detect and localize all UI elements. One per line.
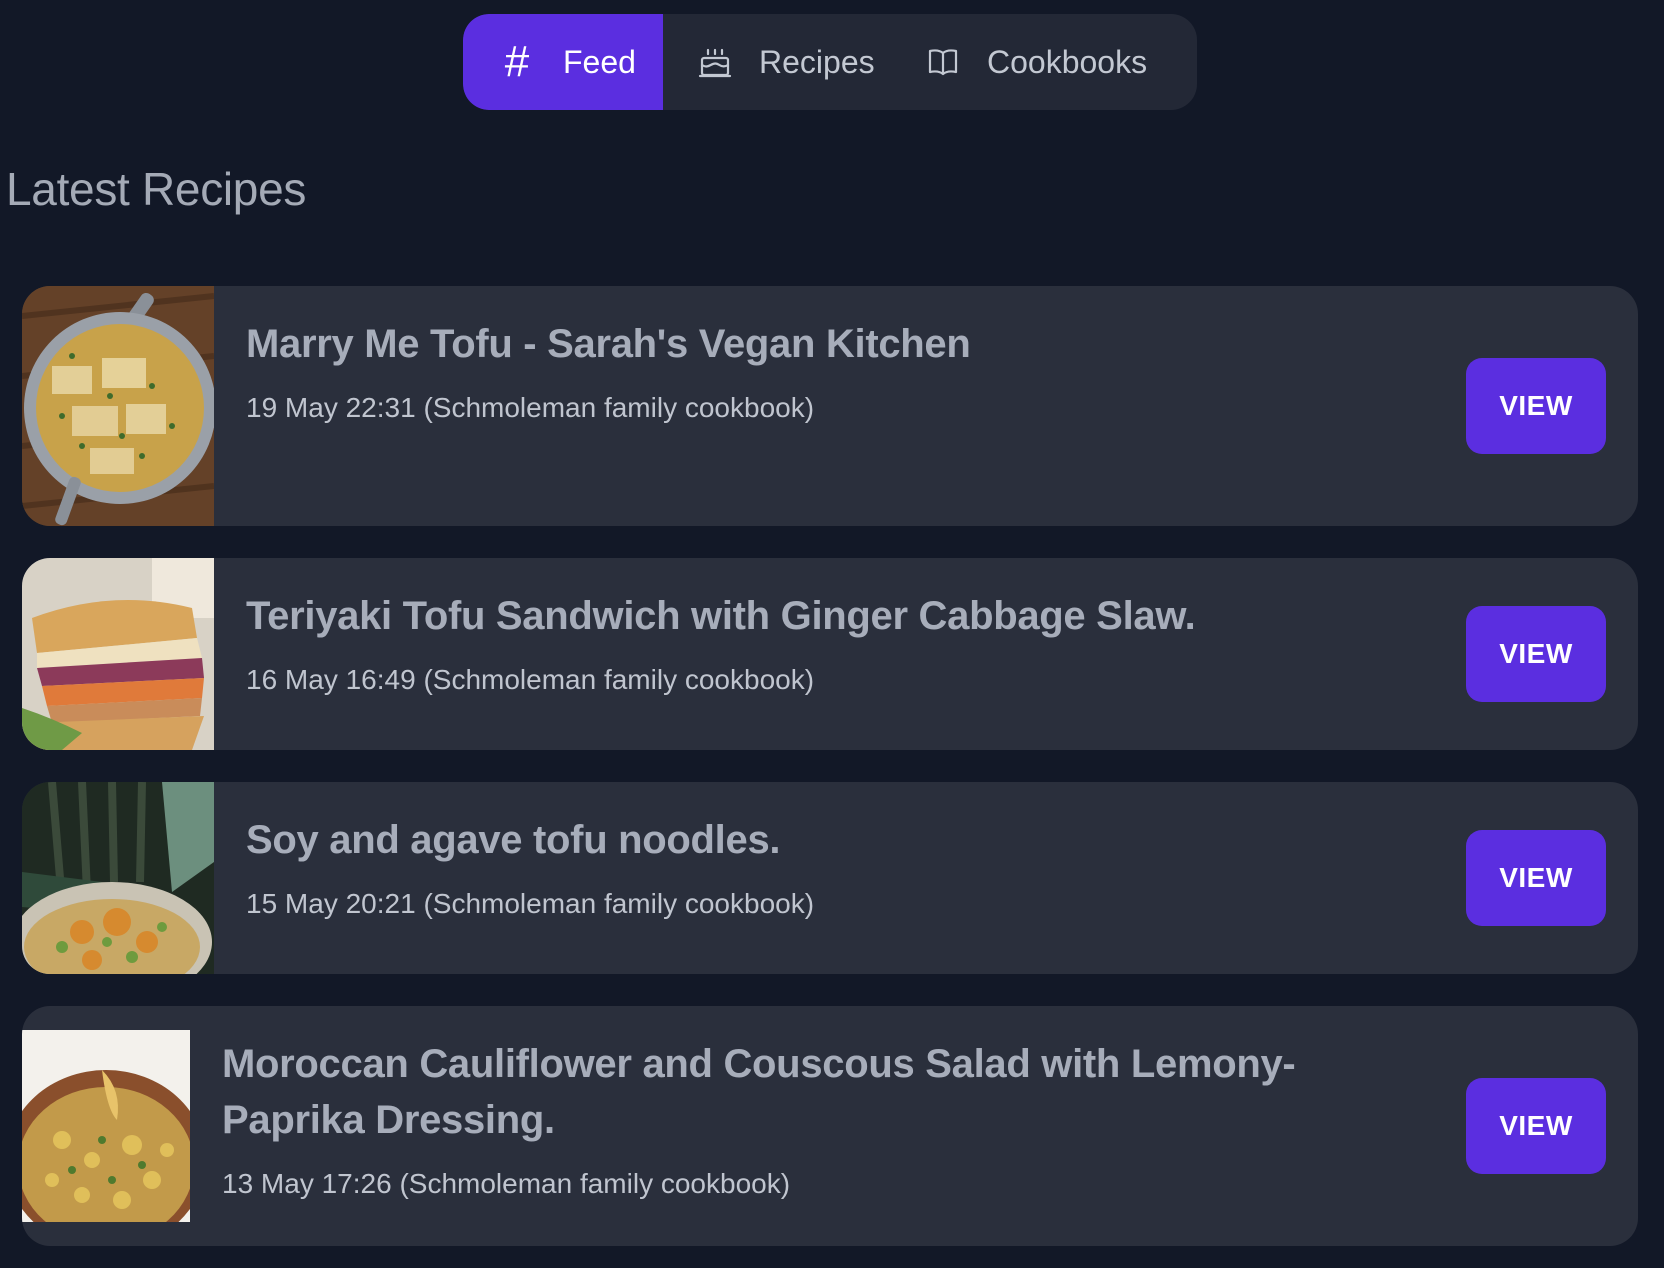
- recipe-card: Moroccan Cauliflower and Couscous Salad …: [22, 1006, 1638, 1246]
- book-open-icon: [925, 44, 961, 80]
- cake-icon: [697, 44, 733, 80]
- hash-icon: #: [504, 37, 530, 86]
- main-tabs: # Feed Recipes Cookbooks: [463, 14, 1197, 110]
- recipe-card-body: Teriyaki Tofu Sandwich with Ginger Cabba…: [246, 588, 1418, 696]
- tab-feed-label: Feed: [563, 43, 636, 80]
- view-button[interactable]: VIEW: [1466, 606, 1606, 702]
- recipe-thumbnail[interactable]: [22, 1030, 190, 1222]
- recipe-card-body: Moroccan Cauliflower and Couscous Salad …: [222, 1036, 1418, 1200]
- tab-cookbooks-label: Cookbooks: [987, 43, 1148, 80]
- recipe-meta: 16 May 16:49 (Schmoleman family cookbook…: [246, 664, 815, 695]
- recipe-meta: 19 May 22:31 (Schmoleman family cookbook…: [246, 392, 815, 423]
- recipe-card: Marry Me Tofu - Sarah's Vegan Kitchen 19…: [22, 286, 1638, 526]
- recipe-card-body: Soy and agave tofu noodles. 15 May 20:21…: [246, 812, 1418, 920]
- recipe-title[interactable]: Soy and agave tofu noodles.: [246, 812, 1418, 868]
- recipe-title[interactable]: Teriyaki Tofu Sandwich with Ginger Cabba…: [246, 588, 1418, 644]
- tab-recipes[interactable]: Recipes: [663, 14, 925, 110]
- recipe-title[interactable]: Marry Me Tofu - Sarah's Vegan Kitchen: [246, 316, 1418, 372]
- recipe-thumbnail[interactable]: [22, 558, 214, 750]
- recipe-meta: 13 May 17:26 (Schmoleman family cookbook…: [222, 1168, 791, 1199]
- recipe-card: Soy and agave tofu noodles. 15 May 20:21…: [22, 782, 1638, 974]
- view-button[interactable]: VIEW: [1466, 830, 1606, 926]
- recipe-card: Teriyaki Tofu Sandwich with Ginger Cabba…: [22, 558, 1638, 750]
- recipe-card-body: Marry Me Tofu - Sarah's Vegan Kitchen 19…: [246, 316, 1418, 424]
- tab-recipes-label: Recipes: [759, 43, 875, 80]
- view-button[interactable]: VIEW: [1466, 358, 1606, 454]
- view-button[interactable]: VIEW: [1466, 1078, 1606, 1174]
- recipe-thumbnail[interactable]: [22, 286, 214, 526]
- section-title: Latest Recipes: [6, 163, 307, 215]
- recipe-thumbnail[interactable]: [22, 782, 214, 974]
- tab-feed[interactable]: # Feed: [463, 14, 663, 110]
- recipe-meta: 15 May 20:21 (Schmoleman family cookbook…: [246, 888, 815, 919]
- tab-cookbooks[interactable]: Cookbooks: [925, 14, 1147, 110]
- feed-page: # Feed Recipes Cookbooks Latest Recipes …: [0, 0, 1664, 1268]
- recipe-title[interactable]: Moroccan Cauliflower and Couscous Salad …: [222, 1036, 1418, 1148]
